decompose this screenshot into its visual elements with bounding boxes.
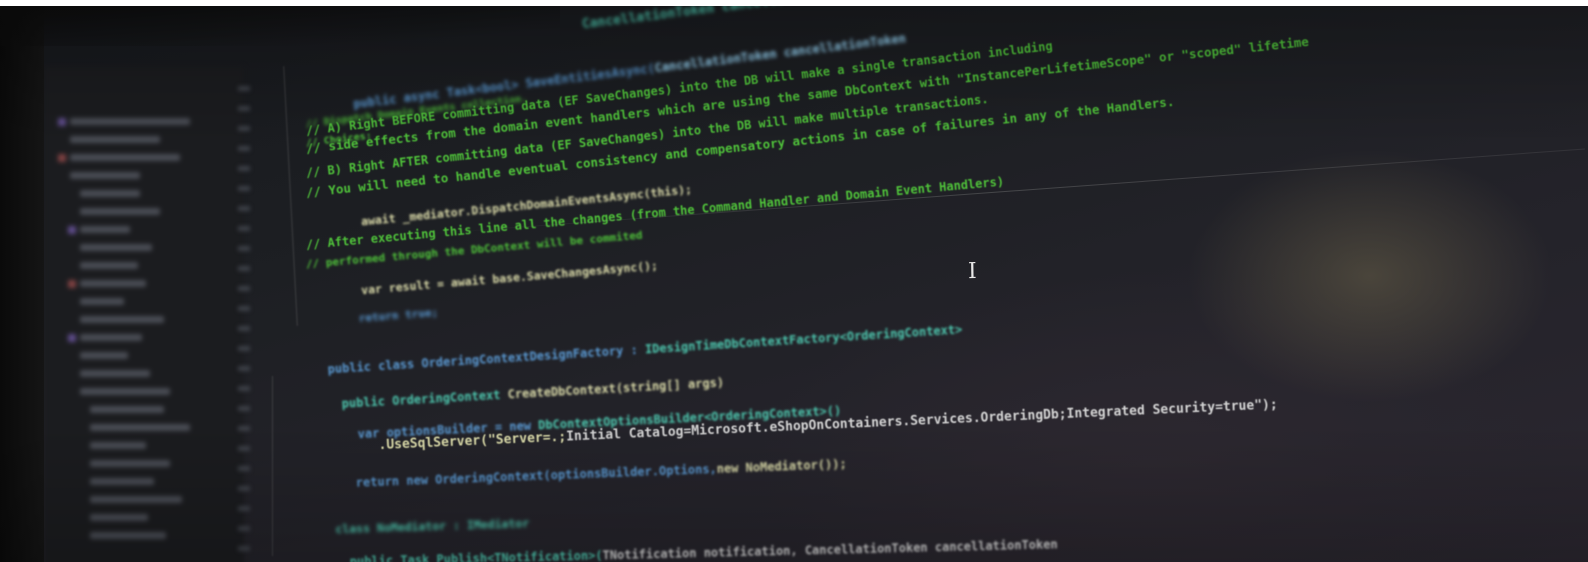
code-token: class NoMediator : IMediator [335, 516, 530, 537]
code-editor: CancellationToken cancellationToken = de… [0, 6, 1588, 562]
code-token: return true; [358, 305, 439, 325]
code-token: .UseSqlServer("Server=.; [378, 429, 567, 454]
code-line: return true; [304, 292, 439, 344]
code-token: public Task Publish<TNotification>( [349, 548, 603, 562]
code-token: TNotification notification, Cancellation… [602, 537, 1058, 562]
code-token: IDesignTimeDbContextFactory<OrderingCont… [644, 322, 963, 357]
code-token: new NoMediator()); [716, 456, 847, 476]
photo-scene: CancellationToken cancellationToken = de… [0, 6, 1588, 562]
code-token: var result = await base.SaveChangesAsync… [360, 258, 659, 298]
text-cursor-icon: I [967, 258, 977, 285]
monitor-bezel-top [0, 6, 560, 46]
monitor-screen: CancellationToken cancellationToken = de… [0, 6, 1588, 562]
code-token: return new OrderingContext(optionsBuilde… [355, 461, 717, 490]
monitor-bezel [0, 6, 44, 562]
